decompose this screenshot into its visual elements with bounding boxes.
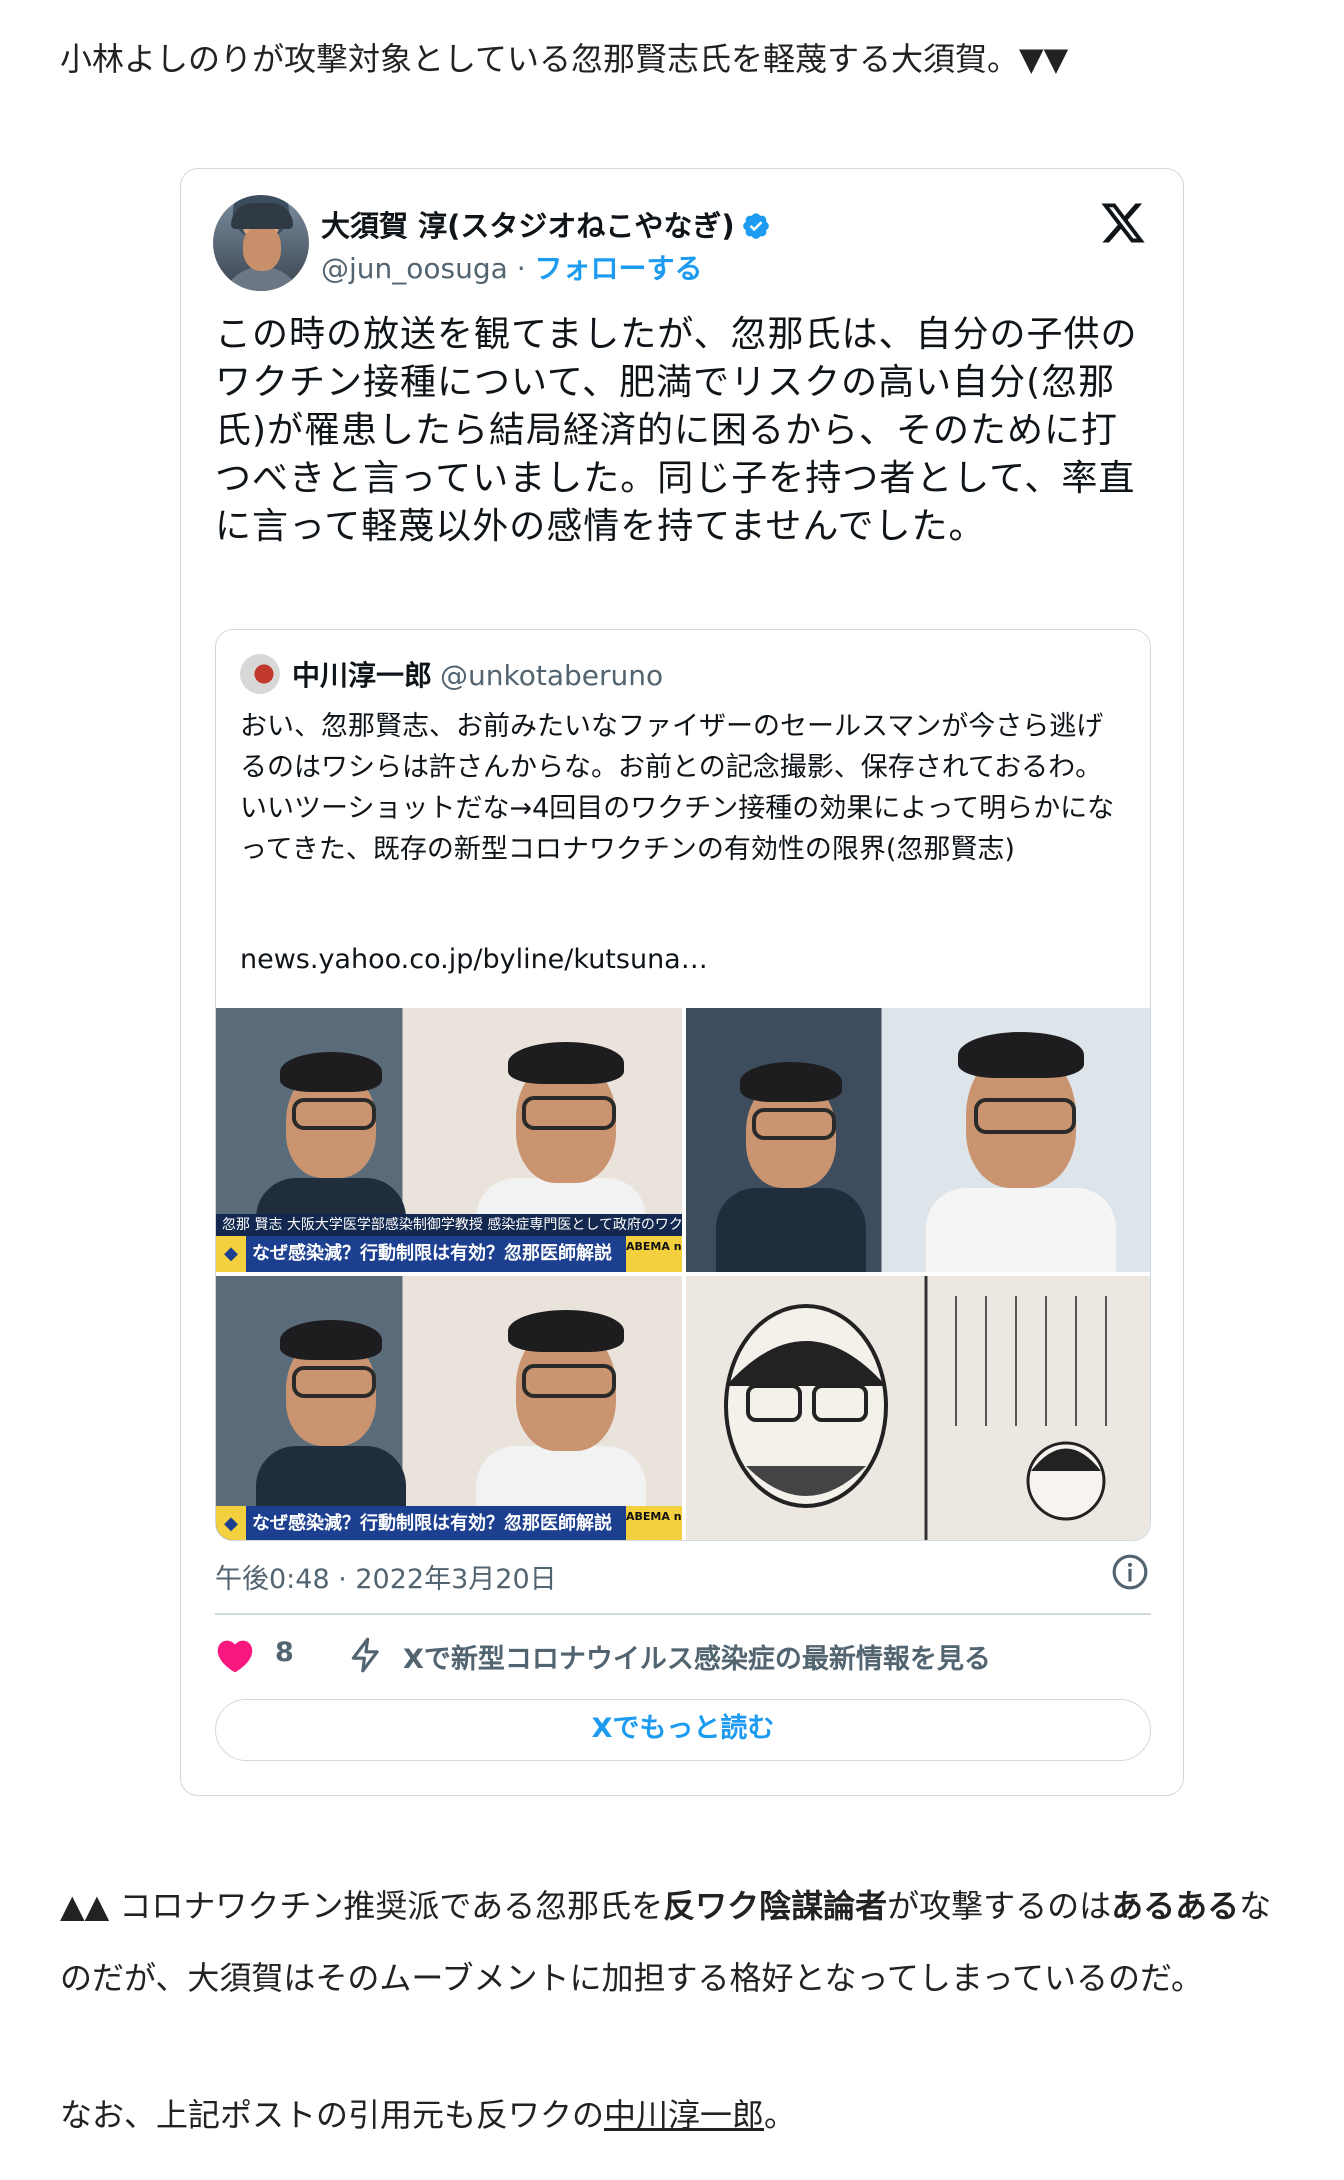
- news-caption: ◆ なぜ感染減？行動制限は有効？忽那医師解説 ABEMA news/: [216, 1236, 682, 1272]
- media-photo-3[interactable]: ◆ なぜ感染減？行動制限は有効？忽那医師解説 ABEMA news/: [216, 1276, 682, 1540]
- caption-text-2: なぜ感染減？行動制限は有効？忽那医師解説: [252, 1513, 612, 1534]
- note-suffix: 。: [764, 2096, 797, 2134]
- media-photo-1[interactable]: 忽那 賢志 大阪大学医学部感染制御学教授 感染症専門医として政府のワクチンCMに…: [216, 1008, 682, 1272]
- verified-badge-icon: [742, 213, 769, 239]
- tweet-actions: 8 Xで新型コロナウイルス感染症の最新情報を見る: [215, 1633, 1151, 1677]
- commentary-bold-2: あるある: [1111, 1887, 1240, 1925]
- author-name[interactable]: 大須賀 淳(スタジオねこやなぎ): [321, 203, 771, 245]
- author-name-text: 大須賀 淳(スタジオねこやなぎ): [321, 209, 735, 243]
- caption-text: なぜ感染減？行動制限は有効？忽那医師解説: [252, 1243, 612, 1264]
- handle-separator: ·: [507, 252, 535, 285]
- news-caption-2: ◆ なぜ感染減？行動制限は有効？忽那医師解説 ABEMA news/: [216, 1506, 682, 1540]
- manga-drawing: [686, 1276, 1150, 1540]
- info-icon[interactable]: [1111, 1553, 1149, 1591]
- note-text: なお、上記ポストの引用元も反ワクの中川淳一郎。: [60, 2090, 796, 2140]
- x-logo-icon[interactable]: [1099, 199, 1147, 247]
- commentary-text: ▲▲ コロナワクチン推奨派である忽那氏を反ワク陰謀論者が攻撃するのはあるあるなの…: [60, 1870, 1290, 2014]
- caption-logo-icon: ◆: [216, 1236, 246, 1272]
- name-band: 忽那 賢志 大阪大学医学部感染制御学教授 感染症専門医として政府のワクチンCMに…: [216, 1214, 682, 1236]
- quoted-author[interactable]: 中川淳一郎 @unkotaberuno: [292, 654, 663, 694]
- author-avatar[interactable]: [213, 195, 309, 291]
- handle-line: @jun_oosuga · フォローする: [321, 247, 703, 287]
- caption-logo-icon-2: ◆: [216, 1506, 246, 1540]
- intro-text: 小林よしのりが攻撃対象としている忽那賢志氏を軽蔑する大須賀。▼▼: [60, 40, 1069, 78]
- commentary-part-2: が攻撃するのは: [887, 1887, 1112, 1925]
- tweet-text: この時の放送を観てましたが、忽那氏は、自分の子供のワクチン接種について、肥満でリ…: [215, 314, 1138, 547]
- media-photo-2[interactable]: [686, 1008, 1150, 1272]
- divider: [215, 1613, 1151, 1615]
- note-prefix: なお、上記ポストの引用元も反ワクの: [60, 2096, 605, 2134]
- like-heart-icon[interactable]: [215, 1637, 255, 1673]
- quoted-author-avatar[interactable]: [240, 654, 280, 694]
- follow-button[interactable]: フォローする: [535, 252, 703, 285]
- quoted-tweet[interactable]: 中川淳一郎 @unkotaberuno おい、忽那賢志、お前みたいなファイザーのセ…: [215, 629, 1151, 1541]
- commentary-bold-1: 反ワク陰謀論者: [663, 1887, 888, 1925]
- tweet-timestamp[interactable]: 午後0:48 · 2022年3月20日: [215, 1557, 557, 1596]
- media-photo-4-manga[interactable]: [686, 1276, 1150, 1540]
- abema-logo: ABEMA news/: [626, 1236, 682, 1272]
- quoted-text: おい、忽那賢志、お前みたいなファイザーのセールスマンが今さら逃げるのはワシらは許…: [240, 711, 1115, 865]
- quoted-author-handle: @unkotaberuno: [440, 659, 664, 692]
- author-handle[interactable]: @jun_oosuga: [321, 252, 508, 285]
- nakagawa-link[interactable]: 中川淳一郎: [604, 2096, 764, 2134]
- read-more-button[interactable]: Xでもっと読む: [215, 1699, 1151, 1761]
- abema-logo-2: ABEMA news/: [626, 1506, 682, 1540]
- covid-info-link[interactable]: Xで新型コロナウイルス感染症の最新情報を見る: [403, 1637, 991, 1676]
- embedded-tweet-card[interactable]: 大須賀 淳(スタジオねこやなぎ) @jun_oosuga · フォローする この…: [180, 168, 1184, 1796]
- lightning-icon: [351, 1637, 379, 1673]
- like-count[interactable]: 8: [275, 1637, 294, 1668]
- commentary-part-1: ▲▲ コロナワクチン推奨派である忽那氏を: [60, 1887, 664, 1925]
- quoted-media-grid[interactable]: 忽那 賢志 大阪大学医学部感染制御学教授 感染症専門医として政府のワクチンCMに…: [216, 1008, 1150, 1540]
- quoted-link[interactable]: news.yahoo.co.jp/byline/kutsuna…: [240, 944, 708, 975]
- quoted-author-name: 中川淳一郎: [292, 659, 433, 692]
